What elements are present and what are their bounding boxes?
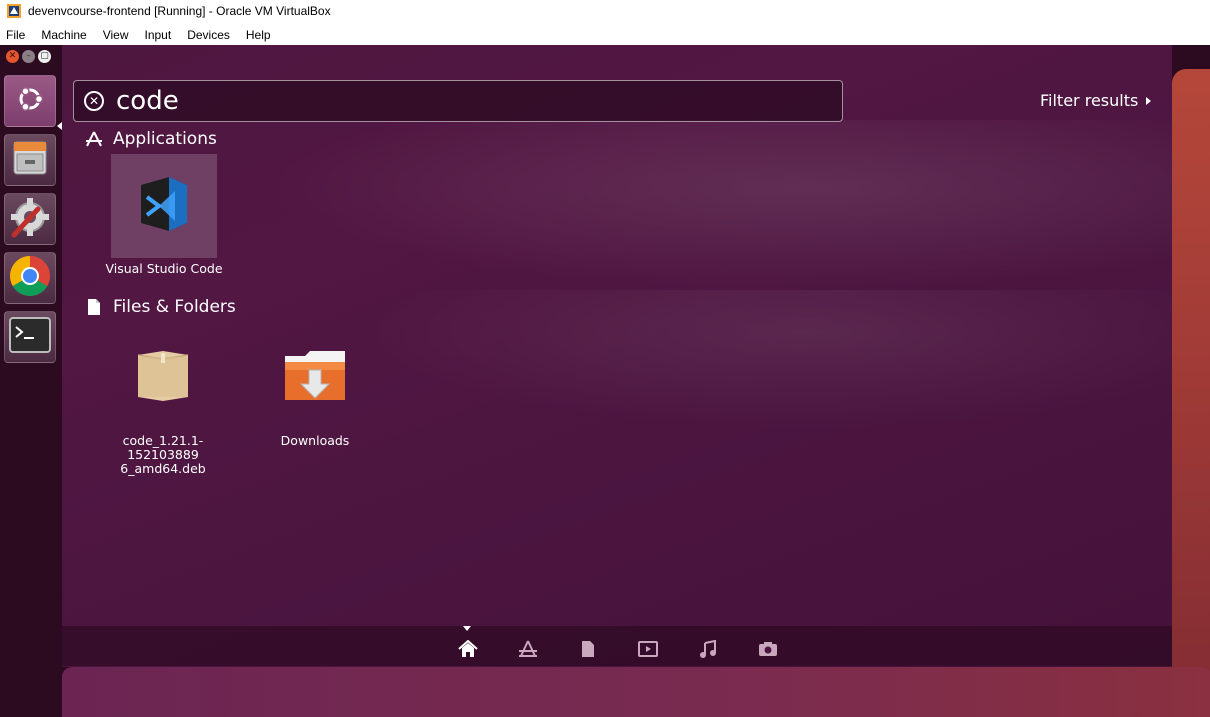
files-category-icon: [85, 298, 103, 316]
result-code-deb-package[interactable]: code_1.21.1-152103889 6_amd64.deb: [103, 326, 223, 476]
menu-devices[interactable]: Devices: [187, 28, 230, 42]
guest-screen: ✕ – ▢ ✕ code Filter results Applications…: [0, 45, 1210, 717]
vscode-tile-iconbox: [111, 154, 217, 258]
result-downloads-folder[interactable]: Downloads: [255, 326, 375, 448]
dash-highlight-lower: [362, 290, 1172, 430]
section-files-folders: Files & Folders: [85, 297, 236, 317]
vscode-icon: [135, 175, 193, 237]
clear-search-icon[interactable]: ✕: [84, 91, 104, 111]
menu-input[interactable]: Input: [145, 28, 172, 42]
video-lens-icon[interactable]: [638, 640, 658, 658]
launcher-active-arrow-icon: [57, 122, 62, 130]
unity-dash: [62, 45, 1172, 667]
dash-search-box[interactable]: ✕: [73, 80, 843, 122]
launcher-terminal[interactable]: [4, 311, 56, 363]
launcher-dash-home[interactable]: [4, 75, 56, 127]
section-applications: Applications: [85, 129, 217, 149]
expand-arrow-icon: [1146, 96, 1152, 105]
downloads-folder-icon: [283, 348, 347, 408]
virtualbox-icon: [6, 3, 22, 19]
close-icon[interactable]: ✕: [6, 50, 19, 63]
lens-active-indicator-icon: [463, 626, 471, 631]
desktop-wallpaper-bottom: [62, 667, 1210, 717]
maximize-icon[interactable]: ▢: [38, 50, 51, 63]
terminal-icon: [9, 317, 51, 357]
vscode-label: Visual Studio Code: [105, 261, 223, 276]
applications-title: Applications: [113, 129, 217, 149]
menu-file[interactable]: File: [6, 28, 25, 42]
applications-category-icon: [85, 130, 103, 148]
vm-window-titlebar: devenvcourse-frontend [Running] - Oracle…: [0, 0, 1210, 22]
package-tile-iconbox: [110, 326, 216, 430]
files-lens-icon[interactable]: [578, 640, 598, 658]
package-icon: [134, 349, 192, 407]
filter-results-label: Filter results: [1040, 91, 1139, 110]
applications-lens-icon[interactable]: [518, 640, 538, 658]
lens-bar: [62, 626, 1172, 666]
minimize-icon[interactable]: –: [22, 50, 35, 63]
launcher-system-settings[interactable]: [4, 193, 56, 245]
menu-machine[interactable]: Machine: [41, 28, 86, 42]
dash-highlight: [262, 120, 1172, 290]
deb-label-line2: 6_amd64.deb: [120, 461, 206, 476]
downloads-label: Downloads: [280, 433, 350, 448]
chrome-icon: [8, 254, 52, 302]
launcher: [0, 70, 62, 670]
result-visual-studio-code[interactable]: Visual Studio Code: [104, 154, 224, 276]
menu-view[interactable]: View: [103, 28, 129, 42]
deb-label-line1: code_1.21.1-152103889: [122, 433, 204, 462]
ubuntu-logo-icon: [13, 82, 47, 120]
search-input[interactable]: [116, 86, 816, 116]
downloads-tile-iconbox: [262, 326, 368, 430]
deb-package-label: code_1.21.1-152103889 6_amd64.deb: [103, 434, 223, 476]
music-lens-icon[interactable]: [698, 640, 718, 658]
window-title: devenvcourse-frontend [Running] - Oracle…: [28, 4, 331, 18]
launcher-chrome[interactable]: [4, 252, 56, 304]
menu-help[interactable]: Help: [246, 28, 271, 42]
file-cabinet-icon: [10, 138, 50, 182]
home-lens-icon[interactable]: [458, 640, 478, 658]
vm-menubar: File Machine View Input Devices Help: [0, 24, 1210, 45]
files-folders-title: Files & Folders: [113, 297, 236, 317]
launcher-file-manager[interactable]: [4, 134, 56, 186]
settings-gear-wrench-icon: [8, 195, 52, 243]
desktop-wallpaper-edge: [1172, 69, 1210, 717]
dash-window-controls: ✕ – ▢: [6, 50, 51, 63]
photos-lens-icon[interactable]: [758, 640, 778, 658]
filter-results-button[interactable]: Filter results: [1040, 91, 1152, 110]
